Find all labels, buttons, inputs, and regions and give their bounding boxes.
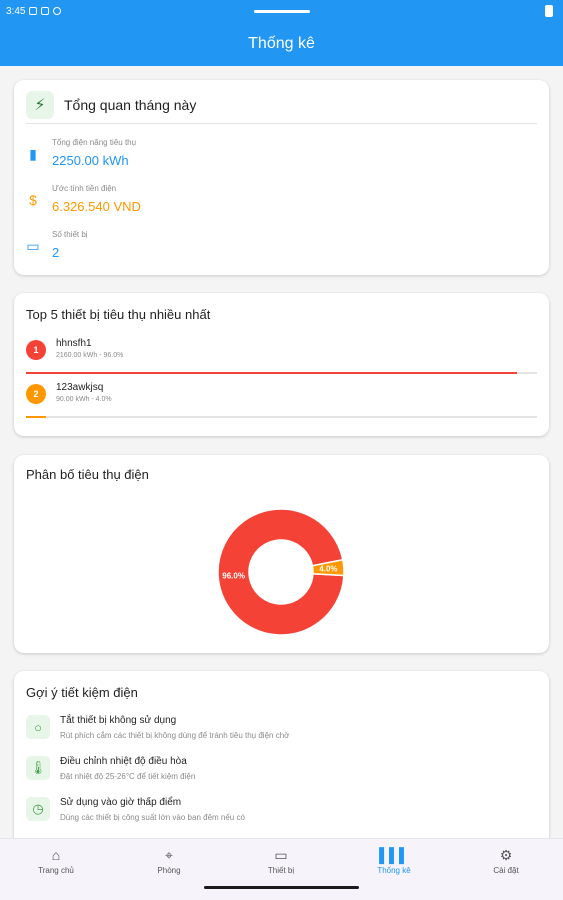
tip-title: Điều chỉnh nhiệt độ điều hòa (60, 756, 187, 767)
nav-item-statistics[interactable]: ▌▌▌ Thống kê (354, 847, 434, 875)
stat-estimated-cost: $ Ước tính tiền điện 6.326.540 VND (26, 184, 141, 214)
device-icon: ▭ (26, 238, 40, 254)
rank-badge: 2 (26, 384, 46, 404)
device-detail: 90.00 kWh - 4.0% (56, 396, 112, 403)
usage-bar-fill (26, 372, 517, 374)
notification-icon (41, 7, 50, 15)
battery-status-icon (545, 5, 553, 17)
stat-label: Số thiết bị (52, 230, 88, 239)
overview-header: ⚡ Tổng quan tháng này (26, 90, 537, 124)
chart-icon: ▌▌▌ (379, 847, 409, 863)
app-bar: Thống kê (0, 22, 563, 66)
usage-bar (26, 416, 537, 418)
tip-desc: Đặt nhiệt độ 25-26°C để tiết kiệm điện (60, 772, 196, 781)
status-time: 3:45 (6, 5, 26, 17)
tip-title: Tắt thiết bị không sử dụng (60, 715, 177, 726)
nav-label: Thống kê (377, 866, 411, 875)
stat-label: Tổng điện năng tiêu thụ (52, 138, 137, 147)
thermometer-icon: 🌡 (26, 756, 50, 780)
tip-title: Sử dụng vào giờ thấp điểm (60, 797, 182, 808)
tips-card: Gợi ý tiết kiệm điện ○ Tắt thiết bị khôn… (14, 671, 549, 851)
usage-bar (26, 372, 537, 374)
lightbulb-icon: ○ (26, 715, 50, 739)
usage-bar-fill (26, 416, 47, 418)
donut-label-2: 4.0% (319, 565, 337, 574)
nav-item-settings[interactable]: ⚙ Cài đặt (466, 847, 546, 875)
shield-icon (29, 7, 38, 15)
tip-desc: Rút phích cắm các thiết bị không dùng để… (60, 731, 290, 740)
overview-title: Tổng quan tháng này (64, 96, 197, 113)
stat-total-energy: ▮ Tổng điện năng tiêu thụ 2250.00 kWh (26, 138, 136, 168)
stat-value: 6.326.540 VND (52, 199, 141, 214)
nav-label: Cài đặt (493, 866, 519, 875)
donut-chart: 96.0% 4.0% (217, 508, 345, 636)
page-title: Thống kê (248, 35, 315, 52)
nav-item-devices[interactable]: ▭ Thiết bị (241, 847, 321, 875)
nav-label: Phòng (157, 866, 181, 875)
location-icon: ⌖ (165, 847, 173, 863)
top-devices-title: Top 5 thiết bị tiêu thụ nhiều nhất (26, 307, 211, 322)
overview-card: ⚡ Tổng quan tháng này ▮ Tổng điện năng t… (14, 80, 549, 275)
device-row[interactable]: 2 123awkjsq 90.00 kWh - 4.0% (26, 382, 537, 424)
tip-item: ◷ Sử dụng vào giờ thấp điểm Dùng các thi… (26, 797, 537, 835)
device-detail: 2160.00 kWh - 96.0% (56, 352, 124, 359)
tip-item: ○ Tắt thiết bị không sử dụng Rút phích c… (26, 715, 537, 753)
tips-title: Gợi ý tiết kiệm điện (26, 685, 138, 700)
dollar-icon: $ (29, 192, 37, 208)
gesture-bar (204, 886, 359, 889)
camera-notch (254, 10, 310, 13)
tip-item: 🌡 Điều chỉnh nhiệt độ điều hòa Đặt nhiệt… (26, 756, 537, 794)
nav-label: Thiết bị (267, 866, 295, 875)
clock-icon: ◷ (26, 797, 50, 821)
wifi-icon (53, 7, 62, 15)
stat-device-count: ▭ Số thiết bị 2 (26, 230, 88, 260)
donut-label-1: 96.0% (222, 571, 245, 580)
nav-item-home[interactable]: ⌂ Trang chủ (16, 847, 96, 875)
devices-icon: ▭ (274, 847, 288, 863)
stat-value: 2 (52, 245, 60, 260)
settings-icon: ⚙ (499, 847, 513, 863)
home-icon: ⌂ (51, 847, 61, 863)
tip-desc: Dùng các thiết bị công suất lớn vào ban … (60, 813, 245, 822)
bottom-nav: ⌂ Trang chủ ⌖ Phòng ▭ Thiết bị ▌▌▌ Thống… (0, 838, 563, 900)
nav-label: Trang chủ (38, 866, 74, 875)
lightning-icon: ⚡ (26, 90, 54, 119)
battery-icon: ▮ (29, 146, 37, 162)
distribution-card: Phân bố tiêu thụ điện 96.0% 4.0% (14, 455, 549, 653)
device-row[interactable]: 1 hhnsfh1 2160.00 kWh - 96.0% (26, 338, 537, 380)
top-devices-card: Top 5 thiết bị tiêu thụ nhiều nhất 1 hhn… (14, 293, 549, 436)
stat-label: Ước tính tiền điện (52, 184, 117, 193)
status-bar: 3:45 (0, 0, 563, 22)
rank-badge: 1 (26, 340, 46, 360)
device-name: hhnsfh1 (56, 338, 92, 349)
nav-item-rooms[interactable]: ⌖ Phòng (129, 847, 209, 875)
device-name: 123awkjsq (56, 382, 104, 393)
stat-value: 2250.00 kWh (52, 153, 129, 168)
